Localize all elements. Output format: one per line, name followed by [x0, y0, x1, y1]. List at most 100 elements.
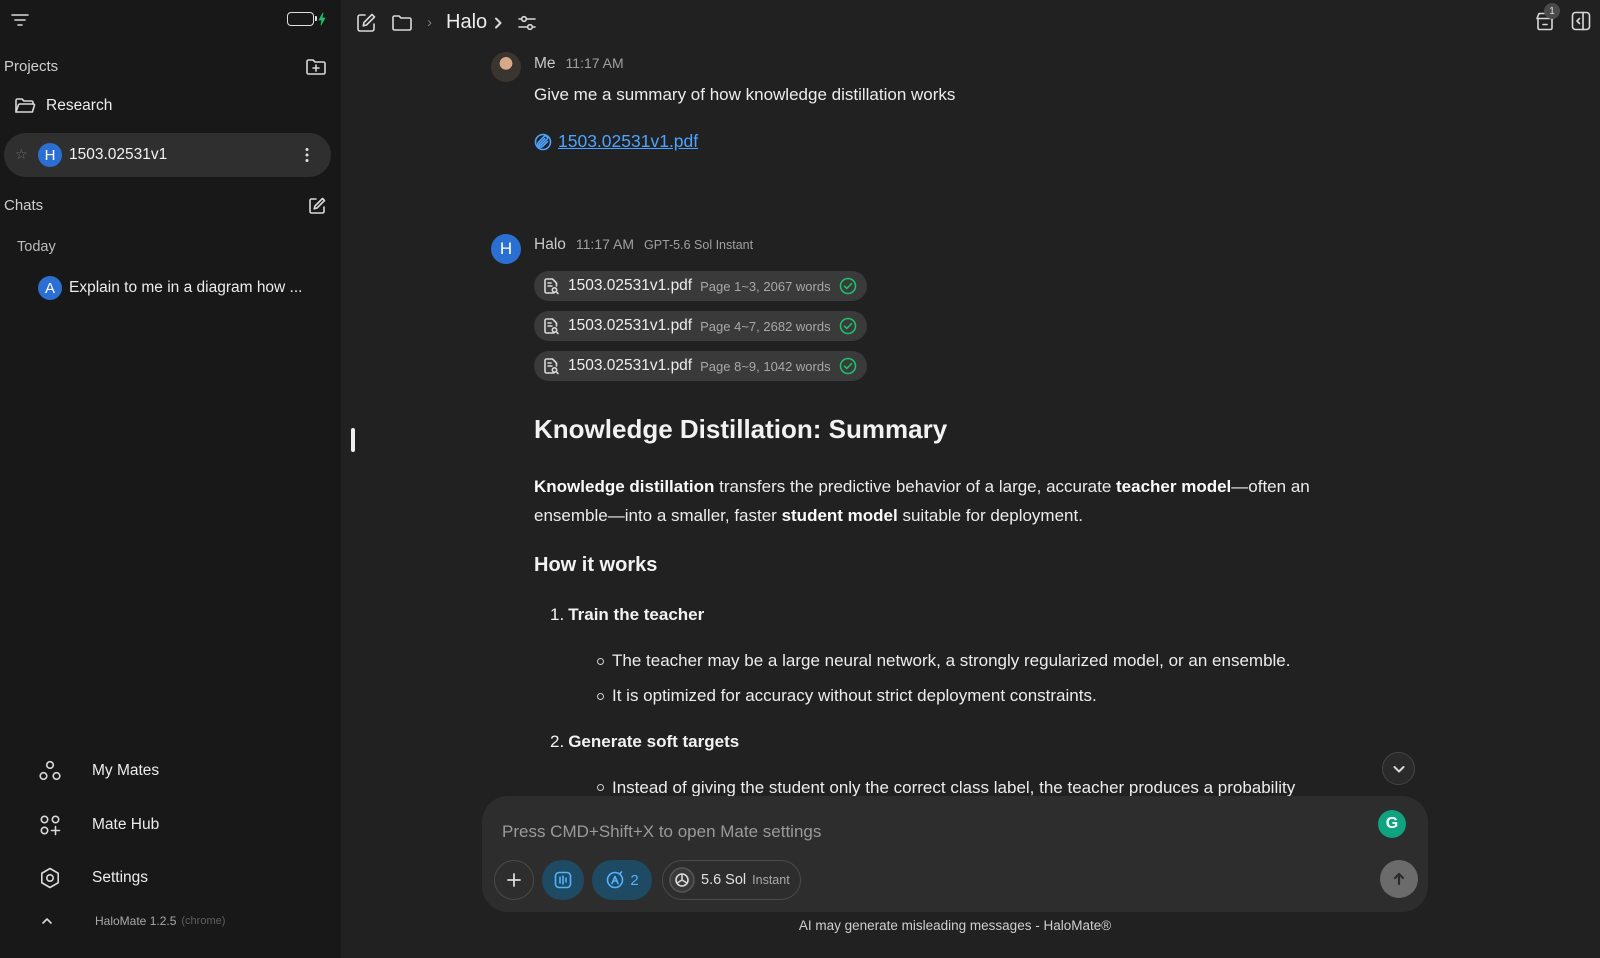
chevron-up-icon[interactable] — [40, 916, 54, 926]
document-search-icon — [542, 317, 560, 335]
add-attachment-button[interactable] — [494, 860, 534, 900]
assistant-model-label: GPT-5.6 Sol Instant — [644, 238, 754, 252]
bullet-dot-icon — [597, 784, 604, 791]
chevron-down-icon — [1393, 765, 1404, 772]
mates-selector-button[interactable]: 2 — [592, 860, 652, 900]
chevron-right-icon — [493, 16, 503, 30]
new-chat-edit-icon[interactable] — [355, 12, 377, 34]
bullet-dot-icon — [597, 657, 604, 665]
bullet-item: The teacher may be a large neural networ… — [597, 651, 1290, 671]
nav-label: Settings — [92, 869, 149, 886]
nav-label: My Mates — [92, 762, 160, 779]
top-bar: › Halo 1 — [341, 0, 1600, 46]
intro-text: transfers the predictive behavior of a l… — [714, 477, 1117, 496]
step-number: 1. — [550, 605, 565, 624]
pdf-attachment-link[interactable]: 1503.02531v1.pdf — [534, 131, 698, 152]
mate-settings-sliders-icon[interactable] — [517, 14, 537, 32]
openai-logo-icon — [669, 867, 695, 893]
chat-item-label: Explain to me in a diagram how ... — [69, 279, 303, 296]
chunk-file-name: 1503.02531v1.pdf — [568, 277, 693, 294]
chunk-file-name: 1503.02531v1.pdf — [568, 317, 693, 334]
arrow-up-icon — [1393, 872, 1405, 886]
response-heading: Knowledge Distillation: Summary — [534, 414, 948, 444]
chunk-range: Page 1~3, 2067 words — [700, 278, 831, 294]
nav-my-mates[interactable]: My Mates — [38, 759, 159, 783]
bold-term: teacher model — [1116, 477, 1232, 496]
plus-icon — [507, 873, 521, 887]
battery-icon — [287, 12, 317, 26]
new-chat-icon[interactable] — [307, 196, 327, 216]
more-options-icon[interactable] — [297, 145, 317, 165]
bullet-text: The teacher may be a large neural networ… — [612, 651, 1291, 670]
response-subheading: How it works — [534, 554, 658, 576]
attachment-icon — [534, 133, 552, 151]
user-message-time: 11:17 AM — [565, 55, 624, 71]
sidebar-top-bar — [10, 10, 327, 34]
chats-title: Chats — [4, 197, 44, 214]
stats-toggle-button[interactable] — [542, 860, 584, 900]
assistant-message-time: 11:17 AM — [575, 236, 635, 252]
folder-open-icon — [14, 97, 36, 115]
bullet-text: It is optimized for accuracy without str… — [612, 686, 1097, 705]
model-name: 5.6 Sol — [701, 872, 747, 888]
toggle-panel-icon[interactable] — [1570, 10, 1592, 32]
user-message-header: Me 11:17 AM — [534, 55, 624, 73]
chat-avatar: H — [38, 143, 62, 167]
nav-mate-hub[interactable]: Mate Hub — [38, 813, 159, 837]
user-name: Me — [534, 55, 556, 72]
project-folder-label: Research — [46, 97, 113, 114]
document-chunk-chip[interactable]: 1503.02531v1.pdf Page 4~7, 2682 words — [534, 311, 867, 341]
bar-chart-icon — [554, 871, 572, 889]
bullet-item: It is optimized for accuracy without str… — [597, 686, 1097, 706]
breadcrumb-mate[interactable]: Halo — [446, 11, 503, 34]
chunk-file-name: 1503.02531v1.pdf — [568, 357, 693, 374]
folder-icon[interactable] — [391, 13, 413, 33]
model-variant: Instant — [752, 873, 790, 887]
document-search-icon — [542, 277, 560, 295]
document-search-icon — [542, 357, 560, 375]
mates-icon — [38, 759, 62, 783]
projects-title: Projects — [4, 58, 59, 75]
active-chat-label: 1503.02531v1 — [69, 146, 168, 163]
model-selector-button[interactable]: 5.6 Sol Instant — [662, 860, 801, 900]
pdf-attachment-label: 1503.02531v1.pdf — [558, 131, 699, 151]
step-title: Train the teacher — [568, 605, 705, 624]
sidebar: Projects Research ☆ H 1503.02531v1 Chats… — [0, 0, 341, 958]
document-chunk-chip[interactable]: 1503.02531v1.pdf Page 1~3, 2067 words — [534, 271, 867, 301]
nav-settings[interactable]: Settings — [38, 866, 148, 890]
user-avatar — [491, 52, 521, 82]
bullet-dot-icon — [597, 692, 604, 700]
breadcrumb-mate-label: Halo — [446, 11, 488, 33]
hub-icon — [38, 813, 62, 837]
chunk-range: Page 8~9, 1042 words — [700, 358, 831, 374]
version-sub: (chrome) — [181, 915, 226, 927]
chunk-range: Page 4~7, 2682 words — [700, 318, 831, 334]
step-number: 2. — [550, 732, 565, 751]
check-circle-icon — [839, 277, 857, 295]
battery-status — [287, 12, 327, 26]
sidebar-resize-handle[interactable] — [351, 428, 355, 452]
notification-badge: 1 — [1544, 3, 1560, 19]
assistant-avatar: H — [491, 234, 521, 264]
version-label: HaloMate 1.2.5 — [95, 914, 177, 928]
scroll-to-bottom-button[interactable] — [1382, 752, 1415, 785]
intro-text: suitable for deployment. — [897, 506, 1083, 525]
user-message-text: Give me a summary of how knowledge disti… — [534, 85, 956, 104]
send-button[interactable] — [1380, 860, 1418, 898]
star-icon[interactable]: ☆ — [15, 146, 28, 163]
response-intro-paragraph: Knowledge distillation transfers the pre… — [534, 472, 1374, 530]
active-chat-item[interactable]: ☆ H 1503.02531v1 — [4, 133, 331, 177]
document-chunk-chip[interactable]: 1503.02531v1.pdf Page 8~9, 1042 words — [534, 351, 867, 381]
assistant-name: Halo — [534, 236, 566, 253]
message-input[interactable] — [502, 822, 1342, 842]
step-item: 2. Generate soft targets — [550, 732, 739, 752]
assistant-message-header: Halo 11:17 AM GPT-5.6 Sol Instant — [534, 236, 753, 254]
bullet-text: Instead of giving the student only the c… — [612, 778, 1296, 796]
notifications-tray-icon[interactable]: 1 — [1534, 3, 1560, 32]
message-composer: G 2 5.6 Sol Instant — [482, 796, 1428, 912]
grammarly-icon[interactable]: G — [1378, 810, 1406, 838]
new-project-folder-icon[interactable] — [305, 57, 327, 77]
chat-item[interactable]: A Explain to me in a diagram how ... — [38, 276, 302, 300]
filter-icon[interactable] — [10, 12, 30, 28]
project-folder-research[interactable]: Research — [14, 97, 112, 115]
